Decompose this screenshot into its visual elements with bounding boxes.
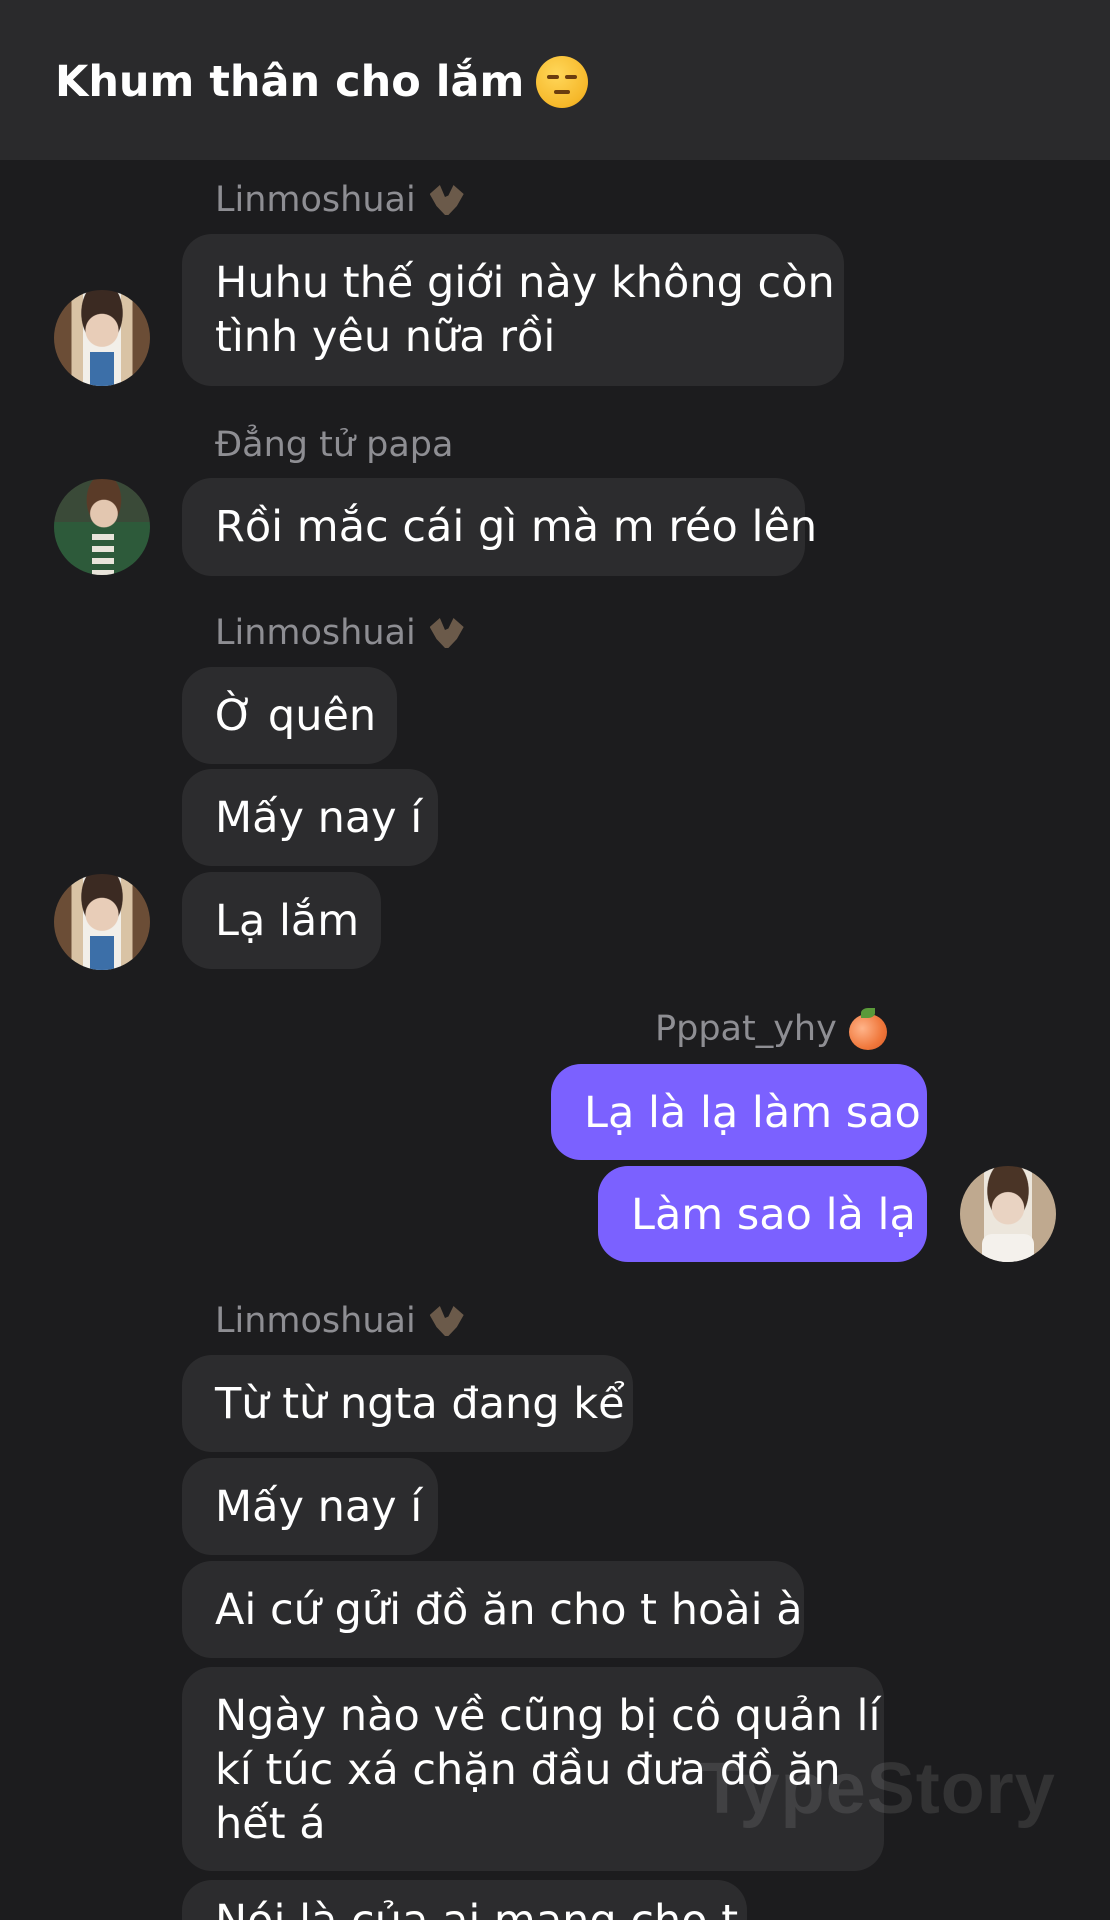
- message-text: Lạ là lạ làm sao: [584, 1088, 921, 1138]
- message-bubble-outgoing[interactable]: Lạ là lạ làm sao: [551, 1064, 927, 1160]
- message-text: Mấy nay í: [215, 793, 423, 843]
- message-bubble[interactable]: Từ từ ngta đang kể: [182, 1355, 633, 1452]
- unamused-face-icon: [536, 56, 589, 108]
- message-bubble[interactable]: Ờ quên: [182, 667, 397, 764]
- watermark: TypeStory: [700, 1749, 1056, 1829]
- sender-name: Linmoshuai: [215, 178, 468, 222]
- avatar[interactable]: [960, 1166, 1056, 1262]
- chat-header: Khum thân cho lắm: [0, 0, 1110, 160]
- message-bubble[interactable]: Rồi mắc cái gì mà m réo lên: [182, 478, 818, 576]
- message-text: Mấy nay í: [215, 1482, 423, 1532]
- message-bubble[interactable]: Lạ lắm: [182, 872, 381, 969]
- message-text: Rồi mắc cái gì mà m réo lên: [215, 502, 818, 552]
- avatar[interactable]: [54, 479, 150, 575]
- bat-icon: [426, 1300, 468, 1342]
- message-bubble-outgoing[interactable]: Làm sao là lạ: [598, 1166, 927, 1262]
- message-bubble[interactable]: Mấy nay í: [182, 769, 438, 866]
- sender-name-text: Pppat_yhy: [655, 1009, 837, 1049]
- bat-icon: [426, 612, 468, 654]
- message-bubble[interactable]: Mấy nay í: [182, 1458, 438, 1555]
- message-text: Huhu thế giới này không còn: [215, 258, 835, 308]
- message-text: Từ từ ngta đang kể: [215, 1379, 625, 1429]
- sender-name: Đẳng tử papa: [215, 423, 453, 467]
- sender-name-text: Linmoshuai: [215, 180, 416, 220]
- sender-name: Pppat_yhy: [655, 1007, 889, 1051]
- chat-title-text: Khum thân cho lắm: [55, 57, 525, 107]
- sender-name-text: Đẳng tử papa: [215, 425, 454, 465]
- sender-name-text: Linmoshuai: [215, 1301, 416, 1341]
- sender-name-text: Linmoshuai: [215, 613, 416, 653]
- message-text: tình yêu nữa rồi: [215, 312, 556, 362]
- message-text: Nói là của ai mang cho t: [215, 1894, 738, 1920]
- message-text: Ờ quên: [215, 691, 377, 741]
- message-text: Ai cứ gửi đồ ăn cho t hoài à: [215, 1585, 803, 1635]
- peach-icon: [847, 1008, 889, 1050]
- sender-name: Linmoshuai: [215, 1299, 468, 1343]
- message-text: Làm sao là lạ: [631, 1190, 916, 1240]
- message-text: Ngày nào về cũng bị cô quản lí: [215, 1691, 881, 1741]
- avatar[interactable]: [54, 290, 150, 386]
- message-bubble[interactable]: Nói là của ai mang cho t: [182, 1880, 747, 1920]
- chat-title[interactable]: Khum thân cho lắm: [55, 52, 589, 112]
- avatar[interactable]: [54, 874, 150, 970]
- bat-icon: [426, 179, 468, 221]
- message-bubble[interactable]: Huhu thế giới này không còn tình yêu nữa…: [182, 234, 844, 386]
- message-text: Lạ lắm: [215, 896, 360, 946]
- message-bubble[interactable]: Ai cứ gửi đồ ăn cho t hoài à: [182, 1561, 804, 1658]
- sender-name: Linmoshuai: [215, 611, 468, 655]
